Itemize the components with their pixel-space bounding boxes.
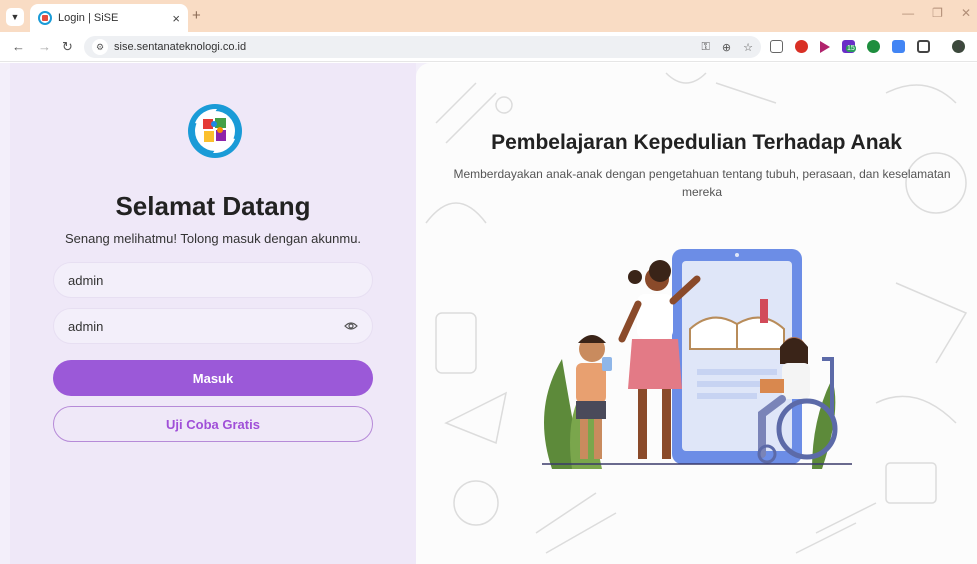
screenshot-extension-icon[interactable] xyxy=(770,40,783,53)
login-submit-button[interactable]: Masuk xyxy=(53,360,373,396)
address-bar[interactable]: ⚙ sise.sentanateknologi.co.id ⚿ ⊕ ☆ xyxy=(84,36,761,58)
hero-title: Pembelajaran Kepedulian Terhadap Anak xyxy=(491,131,902,154)
site-info-icon[interactable]: ⚙ xyxy=(92,39,108,55)
site-favicon-icon xyxy=(38,11,52,25)
hero-subtitle: Memberdayakan anak-anak dengan pengetahu… xyxy=(453,167,951,199)
forward-arrow-icon[interactable]: → xyxy=(38,39,51,54)
browser-tab[interactable]: Login | SiSE × xyxy=(30,4,188,32)
url-text[interactable]: sise.sentanateknologi.co.id xyxy=(114,41,702,53)
window-controls: — ❐ ✕ xyxy=(902,6,971,20)
extensions-area: 15 xyxy=(770,40,965,53)
password-field[interactable] xyxy=(53,308,373,344)
login-page: Selamat Datang Senang melihatmu! Tolong … xyxy=(0,63,977,564)
back-arrow-icon[interactable]: ← xyxy=(12,39,25,54)
reload-icon[interactable]: ↻ xyxy=(62,39,73,55)
minimize-icon[interactable]: — xyxy=(902,6,914,20)
close-window-icon[interactable]: ✕ xyxy=(961,6,971,20)
password-input[interactable] xyxy=(68,318,344,334)
green-search-extension-icon[interactable] xyxy=(867,40,880,53)
children-learning-illustration xyxy=(542,249,852,469)
tab-search-chevron-icon[interactable]: ▼ xyxy=(6,8,24,26)
sise-logo-icon xyxy=(188,104,242,158)
restore-icon[interactable]: ❐ xyxy=(932,6,943,20)
username-input[interactable] xyxy=(68,272,358,288)
badge-extension-icon[interactable]: 15 xyxy=(842,40,856,53)
browser-toolbar: ← → ↻ ⚙ sise.sentanateknologi.co.id ⚿ ⊕ … xyxy=(0,32,977,62)
hero-panel: Pembelajaran Kepedulian Terhadap Anak Me… xyxy=(416,63,977,564)
welcome-heading: Selamat Datang xyxy=(115,191,311,221)
blue-extension-icon[interactable] xyxy=(892,40,905,53)
extension-badge-count: 15 xyxy=(846,45,856,52)
red-extension-icon[interactable] xyxy=(795,40,808,53)
free-trial-button[interactable]: Uji Coba Gratis xyxy=(53,406,373,442)
browser-tab-bar: ▼ Login | SiSE × + — ❐ ✕ xyxy=(0,0,977,32)
welcome-subtitle: Senang melihatmu! Tolong masuk dengan ak… xyxy=(64,231,362,246)
show-password-eye-icon[interactable] xyxy=(344,321,358,331)
password-key-icon[interactable]: ⚿ xyxy=(702,41,710,54)
zoom-icon[interactable]: ⊕ xyxy=(722,41,731,54)
extensions-puzzle-icon[interactable] xyxy=(917,40,930,53)
bookmark-star-icon[interactable]: ☆ xyxy=(743,41,753,54)
new-tab-button[interactable]: + xyxy=(192,7,201,24)
browser-menu-icon[interactable]: ⋮ xyxy=(954,39,967,55)
username-field[interactable] xyxy=(53,262,373,298)
tab-close-icon[interactable]: × xyxy=(172,11,180,26)
tab-title: Login | SiSE xyxy=(58,12,119,24)
play-extension-icon[interactable] xyxy=(820,40,830,53)
